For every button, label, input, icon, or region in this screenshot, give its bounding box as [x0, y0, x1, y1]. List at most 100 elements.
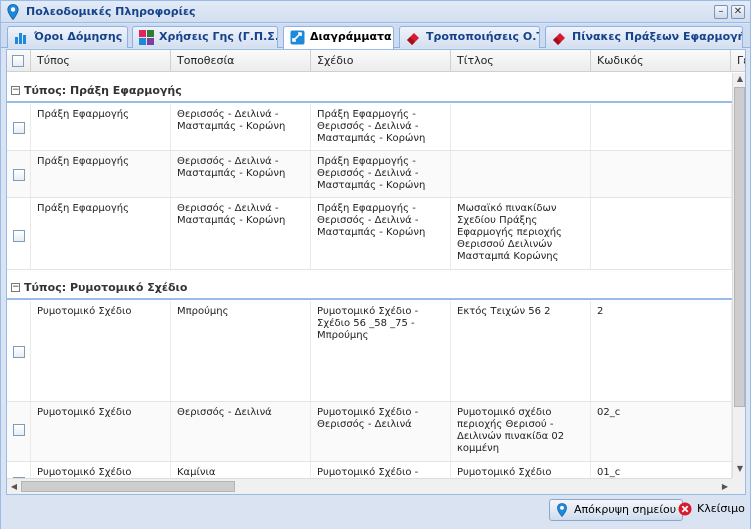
tab-implementation-tables[interactable]: Πίνακες Πράξεων Εφαρμογής: [545, 26, 743, 48]
map-pin-icon: [557, 503, 567, 517]
hide-point-label: Απόκρυψη σημείου: [574, 503, 677, 516]
cell-plan: Ρυμοτομικό Σχέδιο - Σχέδιο 56 _58 _75 - …: [311, 301, 451, 401]
cell-title: [451, 151, 591, 197]
cell-code: 2: [591, 301, 732, 401]
collapse-toggle-icon[interactable]: −: [11, 86, 20, 95]
tab-label: Όροι Δόμησης: [34, 30, 123, 43]
close-label: Κλείσιμο: [697, 502, 745, 515]
cell-type: Ρυμοτομικό Σχέδιο: [31, 402, 171, 461]
cell-type: Ρυμοτομικό Σχέδιο: [31, 462, 171, 478]
diagram-icon: [290, 30, 305, 45]
group-header[interactable]: − Τύπος: Πράξη Εφαρμογής: [7, 79, 732, 103]
tab-strip: Όροι Δόμησης Χρήσεις Γης (Γ.Π.Σ.) Διαγρά…: [1, 24, 750, 49]
bar-chart-icon: [15, 33, 26, 44]
cell-title: [451, 104, 591, 150]
cell-code: [591, 104, 732, 150]
cell-type: Ρυμοτομικό Σχέδιο: [31, 301, 171, 401]
group-label: Τύπος: Ρυμοτομικό Σχέδιο: [24, 281, 188, 294]
column-header-code[interactable]: Κωδικός: [591, 50, 731, 72]
tab-ot-modifications[interactable]: Τροποποιήσεις Ο.Τ.: [399, 26, 540, 48]
cell-title: Μωσαϊκό πινακίδων Σχεδίου Πράξης Εφαρμογ…: [451, 198, 591, 269]
title-bar[interactable]: Πολεοδομικές Πληροφορίες – ✕: [1, 1, 750, 23]
tab-diagrams[interactable]: Διαγράμματα: [283, 26, 394, 49]
select-all-checkbox[interactable]: [12, 55, 24, 67]
cell-code: 01_c: [591, 462, 732, 478]
row-checkbox-cell: [7, 198, 31, 269]
group-label: Τύπος: Πράξη Εφαρμογής: [24, 84, 182, 97]
grid-header: Τύπος Τοποθεσία Σχέδιο Τίτλος Κωδικός Γε: [7, 50, 745, 72]
cell-title: Ρυμοτομικό σχέδιο περιοχής Θερισού - Δει…: [451, 402, 591, 461]
column-header-overflow[interactable]: Γε: [731, 50, 745, 72]
eraser-icon: [553, 33, 565, 45]
cell-title: Ρυμοτομικό Σχέδιο: [451, 462, 591, 478]
cell-plan: Ρυμοτομικό Σχέδιο -: [311, 462, 451, 478]
collapse-toggle-icon[interactable]: −: [11, 283, 20, 292]
cell-plan: Πράξη Εφαρμογής - Θερισσός - Δειλινά - Μ…: [311, 104, 451, 150]
vertical-scroll-thumb[interactable]: [734, 87, 745, 407]
diagrams-grid: Τύπος Τοποθεσία Σχέδιο Τίτλος Κωδικός Γε…: [6, 49, 746, 495]
table-row[interactable]: Ρυμοτομικό Σχέδιο Θερισσός - Δειλινά Ρυμ…: [7, 402, 732, 462]
cell-location: Καμίνια: [171, 462, 311, 478]
info-window: Πολεοδομικές Πληροφορίες – ✕ Όροι Δόμηση…: [0, 0, 751, 529]
row-checkbox[interactable]: [13, 169, 25, 181]
close-circle-icon: [678, 502, 692, 516]
row-checkbox-cell: [7, 104, 31, 150]
cell-code: [591, 198, 732, 269]
grid-body: − Τύπος: Πράξη Εφαρμογής Πράξη Εφαρμογής…: [7, 73, 732, 478]
column-header-plan[interactable]: Σχέδιο: [311, 50, 451, 72]
table-row[interactable]: Ρυμοτομικό Σχέδιο Καμίνια Ρυμοτομικό Σχέ…: [7, 462, 732, 478]
cell-title: Εκτός Τειχών 56 2: [451, 301, 591, 401]
row-checkbox[interactable]: [13, 122, 25, 134]
table-row[interactable]: Πράξη Εφαρμογής Θερισσός - Δειλινά - Μασ…: [7, 198, 732, 270]
row-checkbox[interactable]: [13, 424, 25, 436]
table-row[interactable]: Πράξη Εφαρμογής Θερισσός - Δειλινά - Μασ…: [7, 151, 732, 198]
tab-label: Χρήσεις Γης (Γ.Π.Σ.): [159, 30, 278, 43]
tab-label: Διαγράμματα: [310, 30, 392, 43]
cell-location: Θερισσός - Δειλινά: [171, 402, 311, 461]
row-checkbox[interactable]: [13, 230, 25, 242]
column-header-location[interactable]: Τοποθεσία: [171, 50, 311, 72]
cell-location: Θερισσός - Δειλινά - Μασταμπάς - Κορώνη: [171, 151, 311, 197]
table-row[interactable]: Ρυμοτομικό Σχέδιο Μπρούμης Ρυμοτομικό Σχ…: [7, 301, 732, 402]
map-pin-icon: [7, 4, 19, 20]
column-header-title[interactable]: Τίτλος: [451, 50, 591, 72]
cell-location: Μπρούμης: [171, 301, 311, 401]
window-title: Πολεοδομικές Πληροφορίες: [26, 5, 196, 18]
cell-type: Πράξη Εφαρμογής: [31, 104, 171, 150]
cell-plan: Ρυμοτομικό Σχέδιο - Θερισσός - Δειλινά: [311, 402, 451, 461]
cell-code: [591, 151, 732, 197]
scroll-up-arrow-icon[interactable]: ▲: [733, 74, 745, 83]
scroll-right-arrow-icon[interactable]: ▶: [718, 482, 732, 491]
row-checkbox-cell: [7, 151, 31, 197]
eraser-icon: [407, 33, 419, 45]
column-header-type[interactable]: Τύπος: [31, 50, 171, 72]
horizontal-scrollbar[interactable]: ◀ ▶: [7, 478, 732, 494]
row-checkbox-cell: [7, 462, 31, 478]
cell-plan: Πράξη Εφαρμογής - Θερισσός - Δειλινά - Μ…: [311, 198, 451, 269]
row-checkbox[interactable]: [13, 346, 25, 358]
cell-type: Πράξη Εφαρμογής: [31, 151, 171, 197]
tab-label: Πίνακες Πράξεων Εφαρμογής: [572, 30, 743, 43]
scroll-corner: [732, 478, 745, 494]
footer-toolbar: Απόκρυψη σημείου Κλείσιμο: [1, 496, 750, 529]
scroll-left-arrow-icon[interactable]: ◀: [7, 482, 21, 491]
close-button[interactable]: Κλείσιμο: [673, 499, 751, 521]
cell-location: Θερισσός - Δειλινά - Μασταμπάς - Κορώνη: [171, 104, 311, 150]
tab-building-terms[interactable]: Όροι Δόμησης: [7, 26, 128, 48]
group-header[interactable]: − Τύπος: Ρυμοτομικό Σχέδιο: [7, 276, 732, 300]
cell-code: 02_c: [591, 402, 732, 461]
tab-label: Τροποποιήσεις Ο.Τ.: [426, 30, 540, 43]
scroll-down-arrow-icon[interactable]: ▼: [733, 464, 745, 473]
tab-land-uses[interactable]: Χρήσεις Γης (Γ.Π.Σ.): [132, 26, 278, 48]
hide-point-button[interactable]: Απόκρυψη σημείου: [549, 499, 684, 521]
row-checkbox-cell: [7, 402, 31, 461]
select-all-cell: [7, 50, 31, 72]
vertical-scrollbar[interactable]: ▲ ▼: [732, 73, 745, 478]
minimize-button[interactable]: –: [714, 5, 728, 19]
cell-location: Θερισσός - Δειλινά - Μασταμπάς - Κορώνη: [171, 198, 311, 269]
close-window-button[interactable]: ✕: [731, 5, 745, 19]
cell-plan: Πράξη Εφαρμογής - Θερισσός - Δειλινά - Μ…: [311, 151, 451, 197]
horizontal-scroll-thumb[interactable]: [21, 481, 235, 492]
table-row[interactable]: Πράξη Εφαρμογής Θερισσός - Δειλινά - Μασ…: [7, 104, 732, 151]
color-squares-icon: [139, 30, 154, 45]
